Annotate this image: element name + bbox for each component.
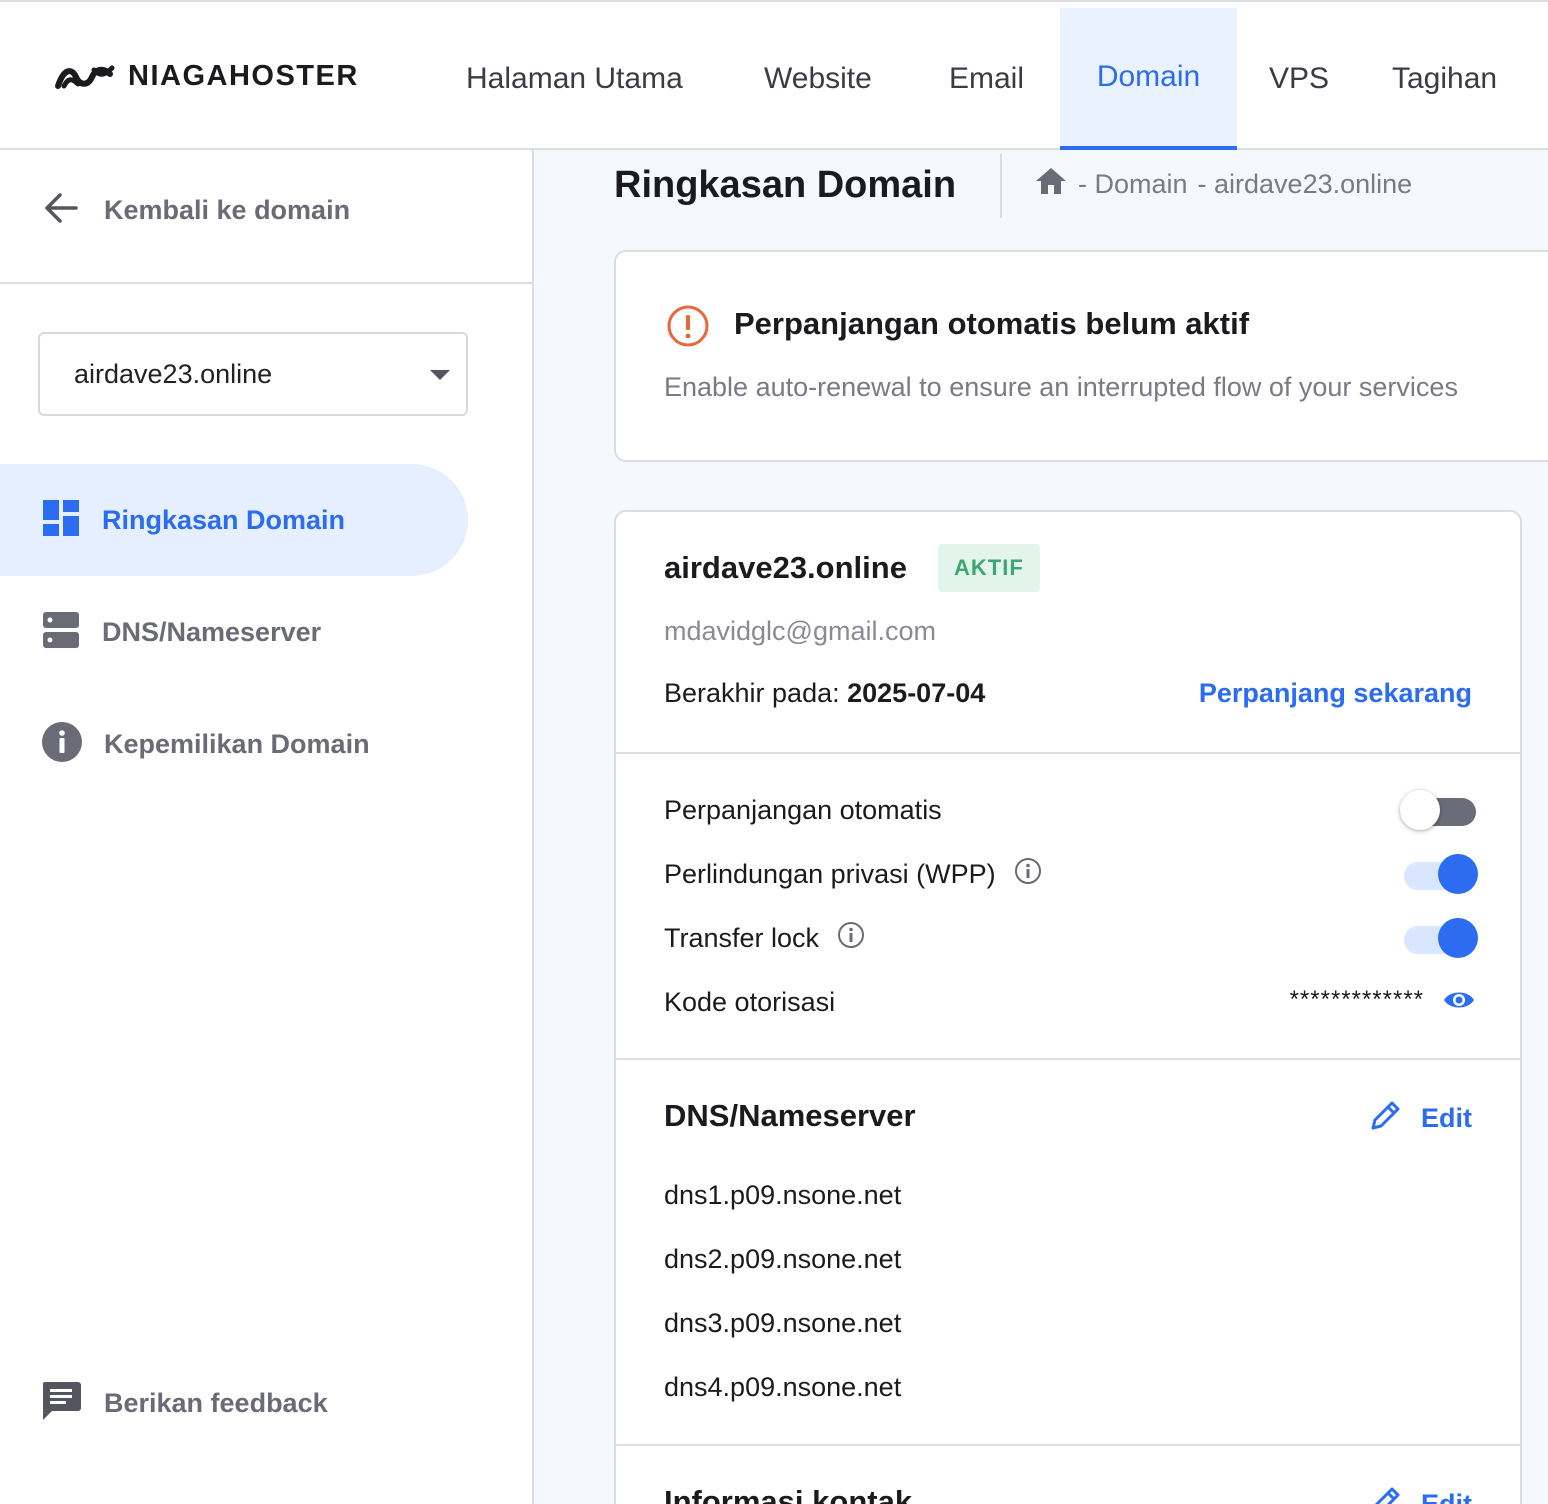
card-divider <box>616 752 1520 754</box>
alert-title: Perpanjangan otomatis belum aktif <box>734 306 1250 341</box>
auto-renew-toggle[interactable] <box>1400 790 1476 830</box>
expiry-date: 2025-07-04 <box>847 678 986 708</box>
nameserver-item: dns3.p09.nsone.net <box>664 1308 902 1338</box>
domain-select[interactable]: airdave23.online <box>38 332 468 416</box>
card-divider <box>616 1444 1520 1446</box>
nav-domain[interactable]: Domain <box>1060 8 1237 150</box>
expiry-label: Berakhir pada: <box>664 678 840 708</box>
info-outline-icon[interactable] <box>1014 857 1042 892</box>
arrow-left-icon <box>42 191 80 230</box>
auto-renew-row: Perpanjangan otomatis <box>664 786 1476 834</box>
breadcrumb-current: - airdave23.online <box>1197 169 1413 199</box>
expiry-info: Berakhir pada: 2025-07-04 <box>664 678 985 709</box>
sidebar-item-dns-nameserver[interactable]: DNS/Nameserver <box>0 576 468 688</box>
home-icon[interactable] <box>1034 166 1068 203</box>
dashboard-icon <box>42 499 80 542</box>
transfer-lock-label-group: Transfer lock <box>664 921 865 956</box>
transfer-lock-toggle[interactable] <box>1400 918 1478 958</box>
auto-renew-label: Perpanjangan otomatis <box>664 794 942 825</box>
sidebar: Kembali ke domain airdave23.online Ringk… <box>0 150 534 1504</box>
domain-summary-card: airdave23.online AKTIF mdavidglc@gmail.c… <box>614 510 1522 1504</box>
contact-edit-button[interactable]: Edit <box>1369 1484 1472 1504</box>
nameserver-item: dns2.p09.nsone.net <box>664 1244 902 1274</box>
sidebar-item-label: Ringkasan Domain <box>102 504 346 535</box>
pencil-icon <box>1369 1098 1403 1139</box>
privacy-toggle[interactable] <box>1400 854 1478 894</box>
top-navbar: NIAGAHOSTER Halaman Utama Website Email … <box>0 0 1548 150</box>
sidebar-item-ringkasan-domain[interactable]: Ringkasan Domain <box>0 464 468 576</box>
privacy-label: Perlindungan privasi (WPP) <box>664 858 996 889</box>
sidebar-item-kepemilikan-domain[interactable]: Kepemilikan Domain <box>0 688 468 800</box>
niagahoster-logo-icon <box>54 62 118 92</box>
domain-select-value: airdave23.online <box>74 358 273 389</box>
owner-email: mdavidglc@gmail.com <box>664 616 936 646</box>
transfer-lock-label: Transfer lock <box>664 922 820 953</box>
brand-logo[interactable]: NIAGAHOSTER <box>54 60 359 93</box>
title-divider <box>1000 154 1002 218</box>
nav-website[interactable]: Website <box>764 8 872 150</box>
sidebar-item-label: Kepemilikan Domain <box>104 728 370 759</box>
caret-down-icon <box>430 370 450 380</box>
info-outline-icon[interactable] <box>837 921 865 956</box>
privacy-row: Perlindungan privasi (WPP) <box>664 850 1478 898</box>
pencil-icon <box>1369 1484 1403 1504</box>
breadcrumb: - Domain - airdave23.online <box>1034 166 1412 203</box>
contact-section-title: Informasi kontak <box>664 1484 913 1504</box>
status-badge: AKTIF <box>938 544 1040 592</box>
feedback-label: Berikan feedback <box>104 1388 328 1418</box>
breadcrumb-domain[interactable]: - Domain <box>1078 169 1188 200</box>
nav-email[interactable]: Email <box>949 8 1024 150</box>
domain-name: airdave23.online <box>664 550 907 585</box>
edit-label: Edit <box>1421 1103 1472 1133</box>
server-icon <box>42 611 80 654</box>
nav-tagihan[interactable]: Tagihan <box>1392 8 1497 150</box>
nav-halaman-utama[interactable]: Halaman Utama <box>466 8 683 150</box>
privacy-label-group: Perlindungan privasi (WPP) <box>664 857 1042 892</box>
warning-icon <box>666 304 710 353</box>
brand-name: NIAGAHOSTER <box>128 60 359 92</box>
dns-section-title: DNS/Nameserver <box>664 1098 916 1133</box>
auth-code-label: Kode otorisasi <box>664 986 836 1017</box>
feedback-icon <box>40 1380 82 1427</box>
toggle-knob <box>1438 854 1478 894</box>
sidebar-item-label: DNS/Nameserver <box>102 616 322 647</box>
renew-now-link[interactable]: Perpanjang sekarang <box>1199 678 1472 709</box>
nameserver-item: dns4.p09.nsone.net <box>664 1372 902 1402</box>
feedback-button[interactable]: Berikan feedback <box>40 1380 328 1427</box>
info-icon <box>42 721 82 767</box>
back-label: Kembali ke domain <box>104 194 351 225</box>
card-divider <box>616 1058 1520 1060</box>
toggle-knob <box>1400 790 1440 830</box>
sidebar-divider <box>0 282 532 284</box>
auto-renew-alert: Perpanjangan otomatis belum aktif Enable… <box>614 250 1548 462</box>
nav-vps[interactable]: VPS <box>1269 8 1329 150</box>
page-title: Ringkasan Domain <box>614 164 957 206</box>
edit-label: Edit <box>1421 1489 1472 1504</box>
dns-edit-button[interactable]: Edit <box>1369 1098 1472 1139</box>
nameserver-item: dns1.p09.nsone.net <box>664 1180 902 1210</box>
alert-description: Enable auto-renewal to ensure an interru… <box>664 372 1458 402</box>
eye-icon[interactable] <box>1442 988 1476 1017</box>
main-content: Ringkasan Domain - Domain - airdave23.on… <box>534 150 1548 1504</box>
toggle-knob <box>1438 918 1478 958</box>
auth-code-row: Kode otorisasi ************* <box>664 978 1476 1026</box>
transfer-lock-row: Transfer lock <box>664 914 1478 962</box>
back-to-domain-link[interactable]: Kembali ke domain <box>42 190 350 230</box>
auth-code-value: ************* <box>1289 986 1424 1013</box>
